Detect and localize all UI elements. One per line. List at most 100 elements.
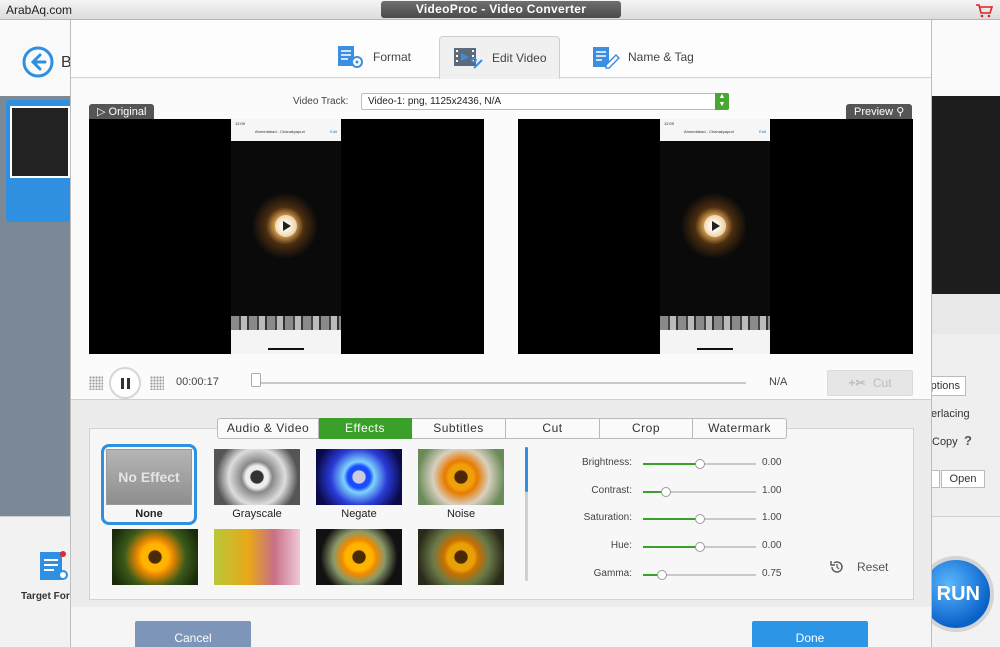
effect-item[interactable] — [112, 529, 198, 585]
video-track-label: Video Track: — [293, 96, 349, 107]
video-thumbnail — [10, 106, 70, 178]
subtab-effects[interactable]: Effects — [319, 418, 412, 439]
grayscale-thumbnail — [214, 449, 300, 505]
saturation-slider[interactable]: Saturation: 1.00 — [552, 510, 792, 528]
slider-track[interactable] — [643, 459, 756, 469]
window-title: VideoProc - Video Converter — [381, 1, 621, 18]
cut-label: Cut — [872, 376, 892, 390]
cut-button[interactable]: +✂ Cut — [827, 370, 913, 396]
reset-button[interactable]: Reset — [829, 559, 888, 575]
slider-name: Saturation: — [583, 512, 632, 523]
phone-status-bar: 12:09 Ahmedabad - Chanakyapuri Edit — [231, 119, 341, 141]
original-video: 12:09 Ahmedabad - Chanakyapuri Edit — [89, 119, 484, 354]
phone-time: 12:09 — [235, 121, 246, 126]
phone-time: 12:09 — [664, 121, 675, 126]
scrubber-track[interactable] — [254, 382, 746, 384]
tab-format-label: Format — [373, 50, 412, 64]
grip-right-icon[interactable] — [150, 376, 164, 390]
play-outline-icon: ▷ — [97, 106, 109, 118]
effect-none[interactable]: No Effect None — [101, 444, 197, 525]
tab-edit-video[interactable]: Edit Video — [439, 36, 560, 79]
effects-panel: No Effect None Grayscale Negate Noise Br… — [89, 428, 914, 600]
effect-thumbnail — [214, 529, 300, 585]
phone-toolbar — [660, 330, 770, 354]
preview-label: Preview — [854, 106, 894, 118]
brightness-slider[interactable]: Brightness: 0.00 — [552, 455, 792, 473]
video-track-value: Video-1: png, 1125x2436, N/A — [368, 96, 502, 107]
grip-left-icon[interactable] — [89, 376, 103, 390]
slider-track[interactable] — [643, 570, 756, 580]
thumbnail-strip — [660, 316, 770, 330]
subtab-cut[interactable]: Cut — [506, 418, 600, 439]
subtab-audio-video[interactable]: Audio & Video — [217, 418, 319, 439]
play-icon — [704, 215, 726, 237]
effect-item[interactable] — [214, 529, 300, 585]
effect-label: None — [135, 508, 163, 520]
slider-knob[interactable] — [660, 487, 671, 497]
preview-tag[interactable]: Preview ⚲ — [846, 104, 913, 120]
current-time: 00:00:17 — [176, 376, 219, 388]
cart-icon[interactable] — [975, 4, 993, 18]
effect-label: Noise — [446, 508, 476, 520]
edit-subtabs: Audio & Video Effects Subtitles Cut Crop… — [217, 418, 787, 439]
target-format-icon[interactable] — [38, 550, 68, 582]
magnifier-icon: ⚲ — [896, 106, 905, 118]
subtab-subtitles[interactable]: Subtitles — [412, 418, 506, 439]
tab-edit-video-label: Edit Video — [492, 51, 547, 65]
play-icon — [275, 215, 297, 237]
effect-grayscale[interactable]: Grayscale — [214, 449, 300, 520]
reset-label: Reset — [857, 560, 889, 574]
slider-value: 0.00 — [762, 457, 782, 468]
phone-status-bar: 12:09 Ahmedabad - Chanakyapuri Edit — [660, 119, 770, 141]
slider-knob[interactable] — [694, 542, 705, 552]
slider-knob[interactable] — [694, 459, 705, 469]
playback-controls: 00:00:17 N/A +✂ Cut — [71, 367, 931, 399]
film-edit-icon — [454, 48, 483, 69]
slider-value: 0.75 — [762, 568, 782, 579]
tab-format[interactable]: Format — [323, 36, 423, 78]
effect-negate[interactable]: Negate — [316, 449, 402, 520]
effect-label: Negate — [341, 508, 377, 520]
format-icon — [338, 46, 363, 68]
dialog-footer: Cancel Done — [71, 607, 931, 647]
phone-toolbar — [231, 330, 341, 354]
effect-item[interactable] — [418, 529, 504, 585]
scrubber-handle[interactable] — [251, 373, 261, 387]
preview-video: 12:09 Ahmedabad - Chanakyapuri Edit — [518, 119, 913, 354]
slider-track[interactable] — [643, 542, 756, 552]
slider-knob[interactable] — [657, 570, 668, 580]
back-arrow-icon[interactable] — [22, 46, 54, 78]
copy-label: Copy — [932, 436, 958, 448]
subtab-watermark[interactable]: Watermark — [693, 418, 787, 439]
video-frame: 12:09 Ahmedabad - Chanakyapuri Edit — [231, 119, 341, 354]
slider-name: Contrast: — [591, 485, 632, 496]
deinterlacing-label: terlacing — [928, 408, 970, 420]
hue-slider[interactable]: Hue: 0.00 — [552, 538, 792, 556]
original-label: Original — [108, 106, 147, 118]
scissors-icon: +✂ — [848, 376, 866, 390]
tag-edit-icon — [593, 47, 620, 69]
effect-thumbnail — [112, 529, 198, 585]
slider-name: Brightness: — [581, 457, 632, 468]
effects-scrollbar[interactable] — [525, 447, 528, 581]
open-button[interactable]: Open — [941, 470, 985, 488]
video-track-select[interactable]: Video-1: png, 1125x2436, N/A ▲ ▼ — [361, 93, 729, 110]
slider-knob[interactable] — [694, 514, 705, 524]
slider-value: 0.00 — [762, 540, 782, 551]
effect-item[interactable] — [316, 529, 402, 585]
help-icon[interactable]: ? — [964, 433, 972, 448]
cancel-button[interactable]: Cancel — [135, 621, 251, 647]
select-arrows-icon: ▲ ▼ — [715, 93, 729, 110]
tab-name-tag[interactable]: Name & Tag — [578, 36, 706, 78]
contrast-slider[interactable]: Contrast: 1.00 — [552, 483, 792, 501]
subtab-crop[interactable]: Crop — [600, 418, 693, 439]
effect-thumbnail — [418, 529, 504, 585]
phone-edit: Edit — [759, 129, 766, 134]
effect-noise[interactable]: Noise — [418, 449, 504, 520]
pause-button[interactable] — [109, 367, 141, 399]
slider-track[interactable] — [643, 487, 756, 497]
gamma-slider[interactable]: Gamma: 0.75 — [552, 566, 792, 584]
done-button[interactable]: Done — [752, 621, 868, 647]
slider-name: Hue: — [610, 540, 632, 551]
slider-track[interactable] — [643, 514, 756, 524]
